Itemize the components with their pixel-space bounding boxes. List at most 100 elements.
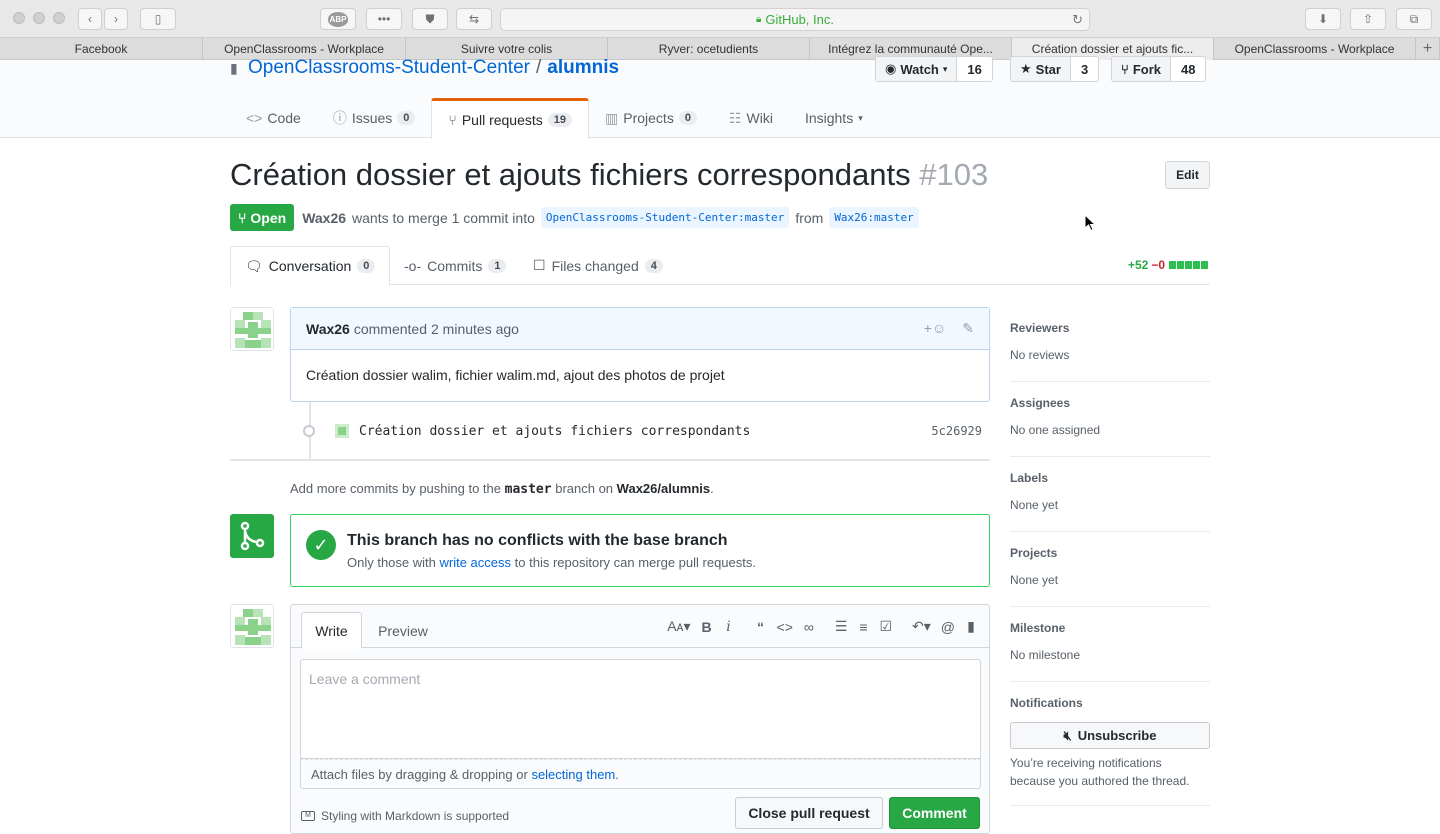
unordered-list-icon[interactable]: ☰ xyxy=(835,618,848,635)
pull-request-icon: ⑂ xyxy=(238,209,247,226)
repo-owner-link[interactable]: OpenClassrooms-Student-Center xyxy=(248,57,530,79)
tabs-overview-button[interactable]: ⧉ xyxy=(1396,8,1432,30)
eye-icon: ◉ xyxy=(885,61,897,76)
quote-icon[interactable]: “ xyxy=(755,619,767,635)
avatar[interactable] xyxy=(230,604,274,648)
bold-icon[interactable]: B xyxy=(701,619,713,635)
pencil-icon[interactable]: ✎ xyxy=(962,320,974,337)
edit-button[interactable]: Edit xyxy=(1165,161,1210,189)
write-access-link[interactable]: write access xyxy=(440,555,512,570)
repo-header: ▮ OpenClassrooms-Student-Center / alumni… xyxy=(0,56,1440,139)
browser-tab[interactable]: Facebook xyxy=(0,38,203,60)
minimize-window-button[interactable] xyxy=(33,12,45,24)
sidebar-toggle-button[interactable]: ▯ xyxy=(140,8,176,30)
close-window-button[interactable] xyxy=(13,12,25,24)
fork-count[interactable]: 48 xyxy=(1170,56,1207,82)
text-size-icon[interactable]: Aᴀ▾ xyxy=(667,618,690,635)
sidebar-labels[interactable]: Labels None yet xyxy=(1010,457,1210,532)
sidebar-milestone[interactable]: Milestone No milestone xyxy=(1010,607,1210,682)
browser-tab[interactable]: OpenClassrooms - Workplace xyxy=(1214,38,1416,60)
sidebar-heading: Reviewers xyxy=(1010,321,1070,335)
tab-code[interactable]: <> Code xyxy=(230,98,317,138)
sidebar-heading: Labels xyxy=(1010,471,1049,485)
sidebar-projects[interactable]: Projects None yet xyxy=(1010,532,1210,607)
ordered-list-icon[interactable]: ≡ xyxy=(857,619,869,635)
shield-extension-button[interactable]: ⛊ xyxy=(412,8,448,30)
watch-button[interactable]: ◉ Watch ▾ xyxy=(875,56,958,82)
tab-insights[interactable]: Insights ▾ xyxy=(789,98,879,138)
new-tab-button[interactable]: + xyxy=(1416,38,1440,60)
browser-tab-label: OpenClassrooms - Workplace xyxy=(224,42,384,56)
sidebar-reviewers[interactable]: Reviewers No reviews xyxy=(1010,307,1210,382)
adblock-button[interactable]: ABP xyxy=(320,8,356,30)
tab-projects[interactable]: ▥ Projects 0 xyxy=(589,98,713,138)
add-more-repo: Wax26/alumnis xyxy=(616,481,711,496)
tab-commits[interactable]: -o- Commits 1 xyxy=(404,246,507,285)
status-badge-label: Open xyxy=(250,209,287,226)
fork-button[interactable]: ⑂ Fork xyxy=(1111,56,1171,82)
head-branch[interactable]: Wax26:master xyxy=(829,207,919,228)
star-count[interactable]: 3 xyxy=(1070,56,1100,82)
commit-sha[interactable]: 5c26929 xyxy=(931,424,982,438)
bookmark-icon[interactable]: ▮ xyxy=(965,618,977,635)
italic-icon[interactable]: i xyxy=(723,619,735,635)
tab-pull-requests[interactable]: ⑂ Pull requests 19 xyxy=(431,98,590,139)
add-more-prefix: Add more commits by pushing to the xyxy=(290,481,501,496)
mention-icon[interactable]: @ xyxy=(941,619,955,635)
attach-files-bar[interactable]: Attach files by dragging & dropping or s… xyxy=(300,759,981,789)
comment-textarea[interactable]: Leave a comment xyxy=(300,659,981,759)
downloads-button[interactable]: ⬇︎ xyxy=(1305,8,1341,30)
comment-author[interactable]: Wax26 xyxy=(306,321,350,337)
back-button[interactable]: ‹ xyxy=(78,8,102,30)
select-files-link[interactable]: selecting them xyxy=(531,767,615,782)
avatar[interactable] xyxy=(230,307,274,351)
tab-wiki[interactable]: ☷ Wiki xyxy=(713,98,789,138)
repo-name-link[interactable]: alumnis xyxy=(547,57,619,79)
reply-icon[interactable]: ↶▾ xyxy=(912,618,931,635)
sidebar-value: No reviews xyxy=(1010,348,1070,362)
sidebar-heading: Assignees xyxy=(1010,396,1071,410)
sync-extension-button[interactable]: ⇆ xyxy=(456,8,492,30)
merge-status-title: This branch has no conflicts with the ba… xyxy=(347,532,728,549)
task-list-icon[interactable]: ☑ xyxy=(879,618,892,635)
pull-requests-counter: 19 xyxy=(547,113,573,127)
commit-avatar[interactable] xyxy=(335,424,349,438)
project-icon: ▥ xyxy=(605,109,619,126)
deletions-count: −0 xyxy=(1151,258,1165,272)
star-button-group: ★ Star 3 xyxy=(1010,56,1100,82)
code-icon[interactable]: <> xyxy=(777,619,793,635)
link-icon[interactable]: ∞ xyxy=(803,619,815,635)
extension-button[interactable]: ••• xyxy=(366,8,402,30)
tab-preview[interactable]: Preview xyxy=(367,612,439,649)
forward-button[interactable]: › xyxy=(104,8,128,30)
pr-tabs: 🗨︎ Conversation 0 -o- Commits 1 ☐ Files chang… xyxy=(230,246,1210,286)
commits-counter: 1 xyxy=(488,258,507,273)
tab-conversation[interactable]: 🗨︎ Conversation 0 xyxy=(230,246,391,286)
lock-icon: 🔒︎ xyxy=(756,14,762,25)
commit-message[interactable]: Création dossier et ajouts fichiers corr… xyxy=(359,424,750,439)
unsubscribe-button[interactable]: 🔇︎ Unsubscribe xyxy=(1010,722,1210,749)
base-branch[interactable]: OpenClassrooms-Student-Center:master xyxy=(540,207,790,228)
share-icon: ⇧ xyxy=(1362,12,1374,26)
browser-tab[interactable]: Ryver: ocetudients xyxy=(608,38,810,60)
repo-icon: ▮ xyxy=(230,59,238,76)
browser-tab-bar: Facebook OpenClassrooms - Workplace Suiv… xyxy=(0,38,1440,60)
tab-files-changed[interactable]: ☐ Files changed 4 xyxy=(533,246,663,285)
watch-count[interactable]: 16 xyxy=(957,56,993,82)
reload-icon[interactable]: ↻ xyxy=(1072,12,1083,28)
zoom-window-button[interactable] xyxy=(53,12,65,24)
sidebar-value: None yet xyxy=(1010,573,1059,587)
commit-icon: -o- xyxy=(404,257,422,274)
address-bar[interactable]: 🔒︎ GitHub, Inc. ↻ xyxy=(500,8,1090,31)
star-button[interactable]: ★ Star xyxy=(1010,56,1071,82)
add-reaction-icon[interactable]: +☺ xyxy=(924,320,946,337)
comment-button[interactable]: Comment xyxy=(889,797,980,829)
share-button[interactable]: ⇧ xyxy=(1350,8,1386,30)
close-pull-request-button[interactable]: Close pull request xyxy=(735,797,883,829)
sidebar-assignees[interactable]: Assignees No one assigned xyxy=(1010,382,1210,457)
tab-write[interactable]: Write xyxy=(301,612,362,649)
author-link[interactable]: Wax26 xyxy=(302,210,346,226)
markdown-toolbar: Aᴀ▾ B i “ <> ∞ ☰ ≡ ☑ ↶▾ @ ▮ xyxy=(667,618,977,635)
tab-issues[interactable]: ⓘ Issues 0 xyxy=(317,98,432,138)
comment-time[interactable]: 2 minutes ago xyxy=(431,321,519,337)
